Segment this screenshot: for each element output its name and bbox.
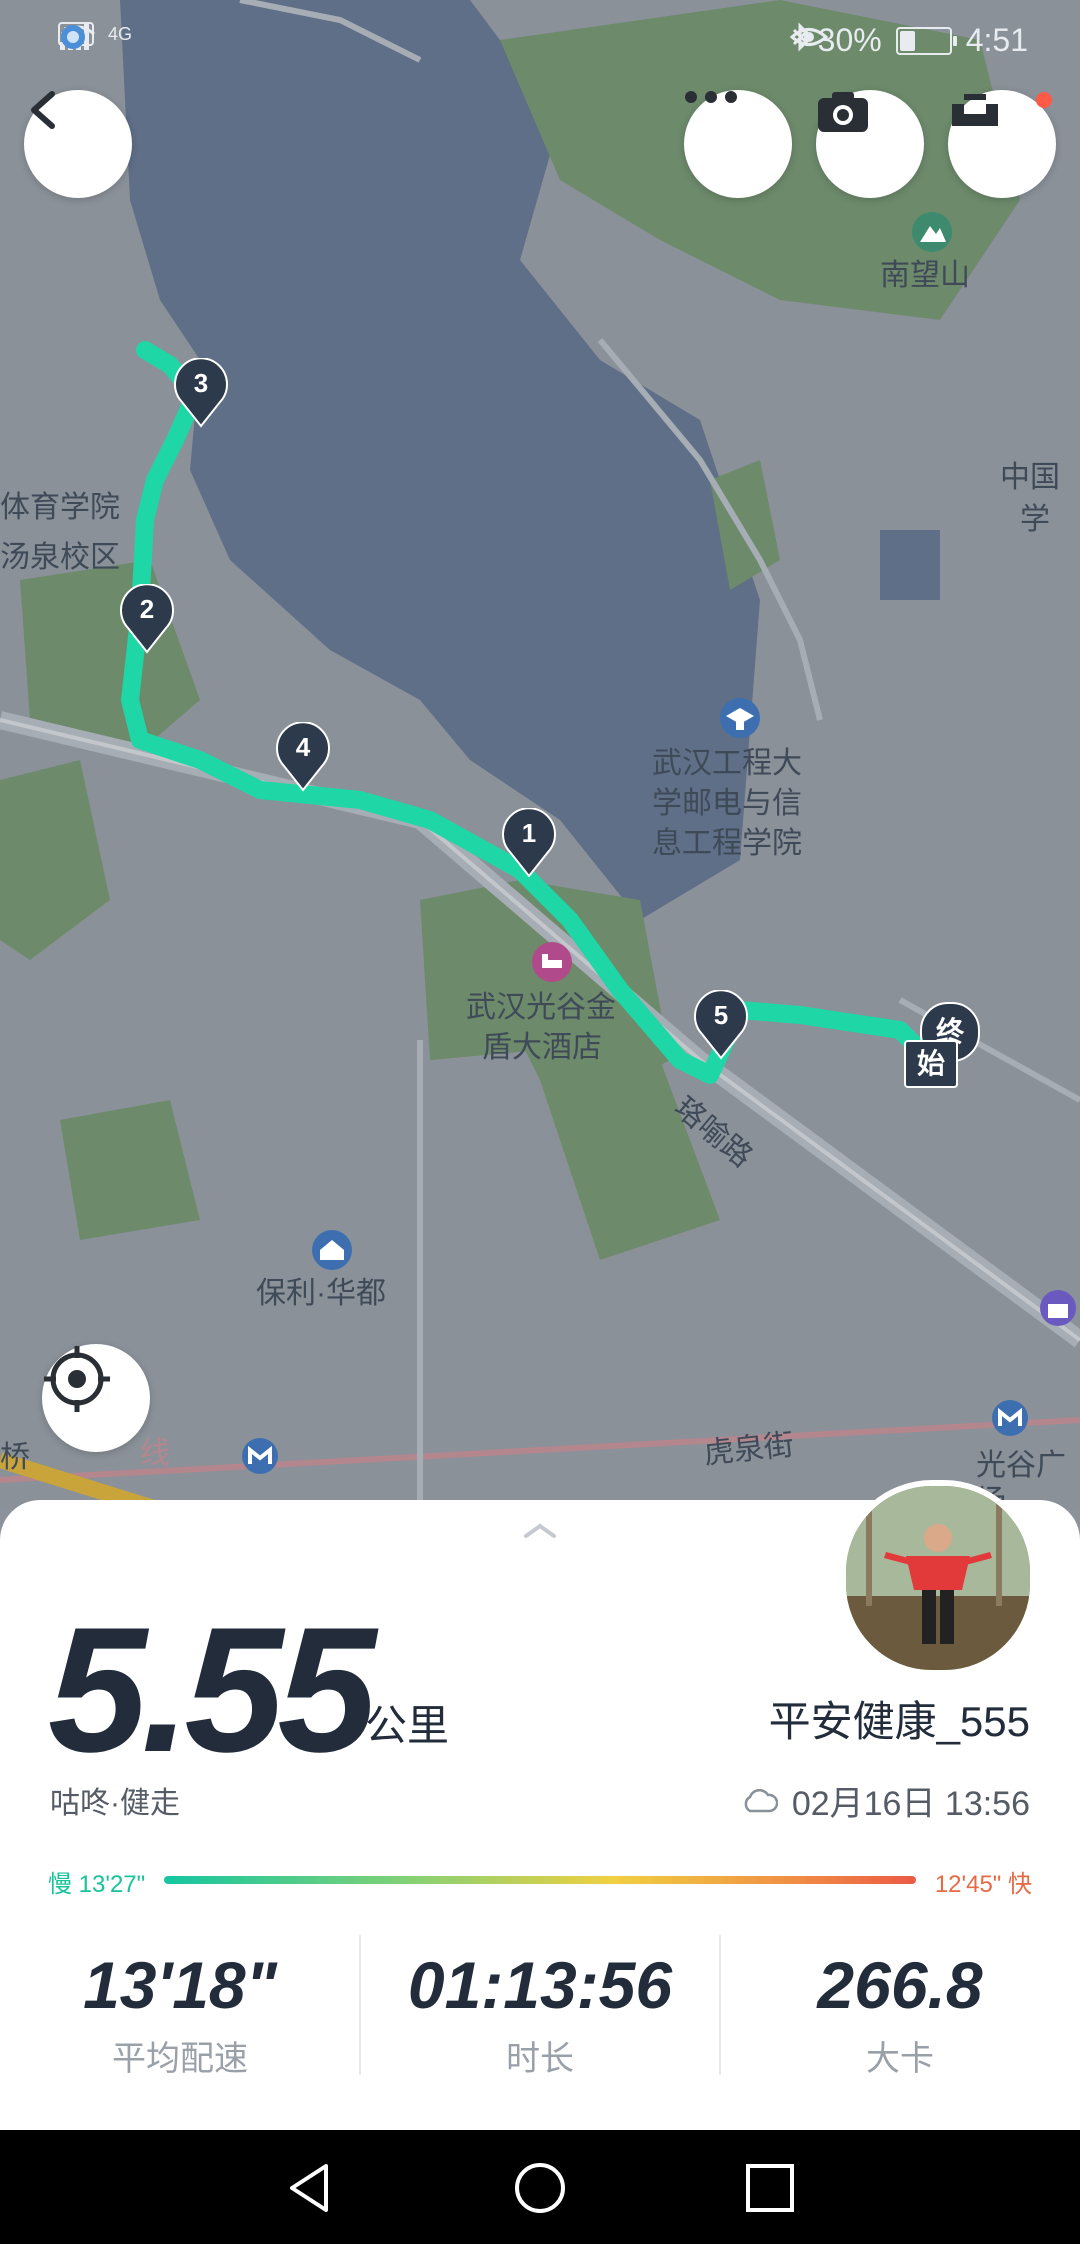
- pace-fast-label: 12'45" 快: [934, 1871, 1032, 1898]
- stat-duration: 01:13:56 时长: [360, 1925, 720, 2080]
- chevron-left-icon: [31, 91, 55, 129]
- status-bar: HD 4G 30% 4:51: [0, 18, 1080, 64]
- activity-type: 咕咚·健走: [50, 1787, 180, 1820]
- stat-label: 平均配速: [112, 2040, 248, 2078]
- crosshair-icon: [44, 1346, 110, 1412]
- more-button[interactable]: [684, 90, 792, 198]
- system-nav-bar: [0, 2130, 1080, 2244]
- activity-date: 02月16日 13:56: [742, 1776, 1030, 1825]
- chevron-up-icon[interactable]: [520, 1520, 560, 1540]
- notification-dot: [1036, 92, 1052, 108]
- stat-avg-pace: 13'18" 平均配速: [0, 1925, 360, 2080]
- map-label-hotel-2: 盾大酒店: [482, 1031, 602, 1064]
- locate-button[interactable]: [42, 1344, 150, 1452]
- network-label: 4G: [108, 23, 133, 44]
- stat-label: 时长: [506, 2040, 574, 2078]
- more-dots-icon: [685, 91, 737, 103]
- map-label-tiyu: 体育学院: [0, 491, 120, 524]
- map-label-xue: 学: [1020, 503, 1050, 536]
- stat-value: 13'18": [83, 1948, 277, 2022]
- start-marker[interactable]: 始: [904, 1040, 958, 1088]
- summary-sheet: 5.55 公里 咕咚·健走 平安健康_555 02月16日 13:56 慢 13…: [0, 1480, 1080, 2130]
- camera-button[interactable]: [816, 90, 924, 198]
- stat-calories: 266.8 大卡: [720, 1925, 1080, 2080]
- username: 平安健康_555: [768, 1698, 1030, 1745]
- pace-slow-label: 慢 13'27": [48, 1871, 146, 1898]
- map-label-tiyu-campus: 汤泉校区: [0, 541, 120, 574]
- nav-recents-icon[interactable]: [742, 2160, 798, 2216]
- route-marker-5[interactable]: 5: [692, 990, 750, 1060]
- share-button[interactable]: [948, 90, 1056, 198]
- route-marker-1[interactable]: 1: [500, 808, 558, 878]
- stats-row: 13'18" 平均配速 01:13:56 时长 266.8 大卡: [0, 1925, 1080, 2095]
- pace-range: 慢 13'27" 12'45" 快: [48, 1858, 1032, 1898]
- nav-home-icon[interactable]: [512, 2160, 568, 2216]
- nav-back-icon[interactable]: [282, 2160, 338, 2216]
- map-label-poly: 保利·华都: [256, 1277, 386, 1310]
- stat-value: 01:13:56: [407, 1948, 673, 2022]
- map-label-hotel-1: 武汉光谷金: [466, 991, 616, 1024]
- map-label-wuhan-gc-2: 学邮电与信: [652, 787, 802, 820]
- map-view[interactable]: HD 4G 30% 4:51: [0, 0, 1080, 1510]
- map-label-wuhan-gc-1: 武汉工程大: [652, 747, 802, 780]
- stat-label: 大卡: [866, 2040, 934, 2078]
- battery-icon: [895, 26, 957, 55]
- distance-unit: 公里: [365, 1702, 450, 1749]
- cloud-icon: [744, 1788, 778, 1812]
- back-button[interactable]: [24, 90, 132, 198]
- pace-gradient-bar: [164, 1876, 916, 1884]
- share-box-icon: [952, 94, 998, 126]
- route-marker-2[interactable]: 2: [118, 584, 176, 654]
- clock: 4:51: [965, 22, 1028, 58]
- route-marker-3[interactable]: 3: [172, 358, 230, 428]
- map-label-line: 线: [140, 1437, 170, 1470]
- route-marker-4[interactable]: 4: [274, 722, 332, 792]
- avatar[interactable]: [840, 1480, 1036, 1676]
- map-label-wuhan-gc-3: 息工程学院: [652, 827, 802, 860]
- map-label-bridge: 桥: [0, 1441, 30, 1474]
- map-label-zhongguo: 中国: [1000, 461, 1060, 494]
- map-label-nanwangshan: 南望山: [880, 259, 970, 292]
- distance-value: 5.55: [48, 1590, 376, 1789]
- camera-icon: [818, 92, 868, 132]
- stat-value: 266.8: [817, 1948, 983, 2022]
